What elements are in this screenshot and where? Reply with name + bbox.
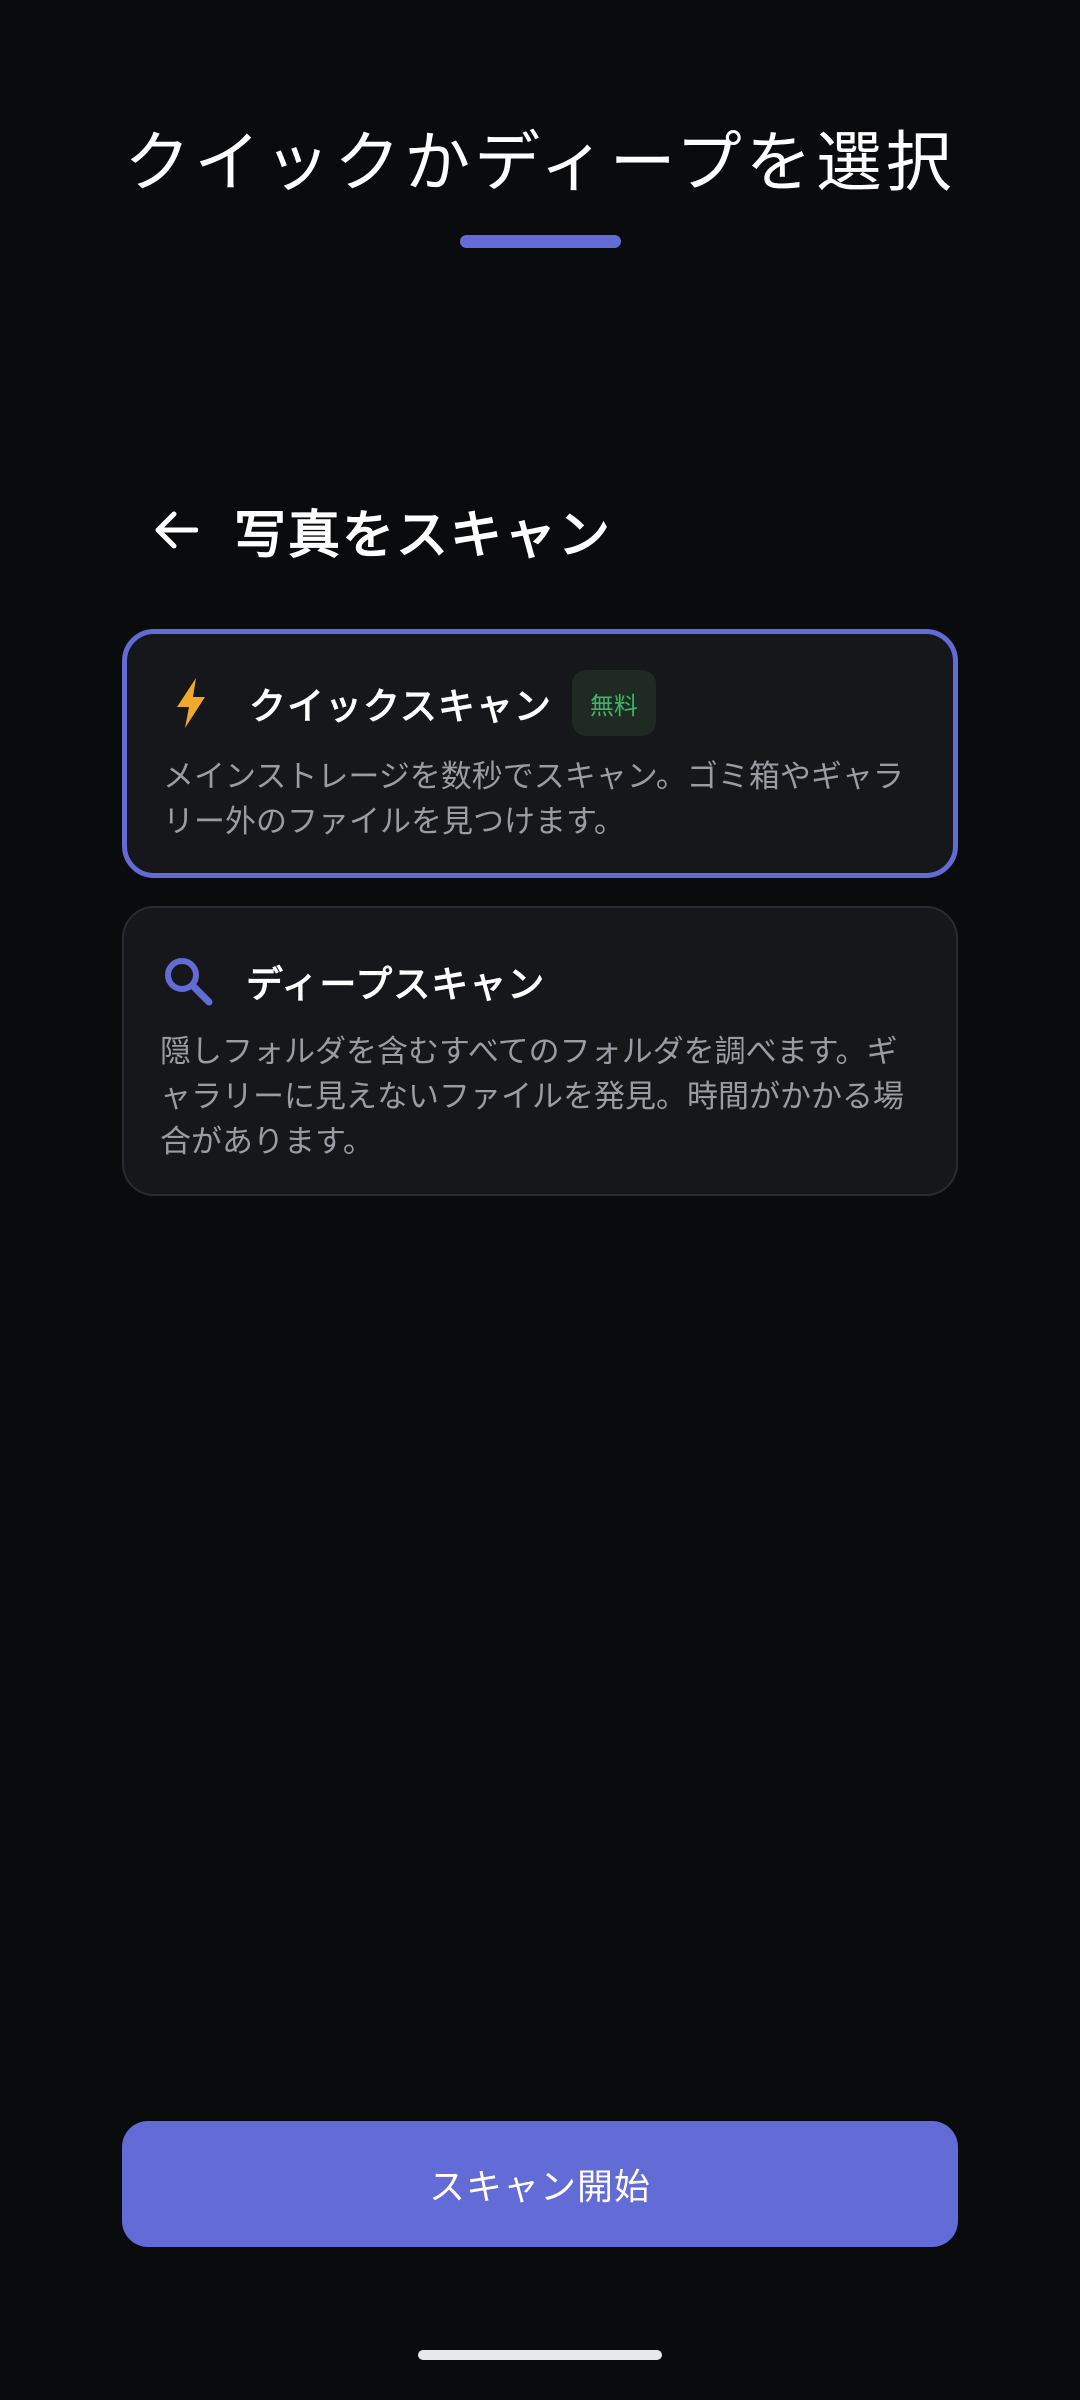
quick-scan-title: クイックスキャン — [249, 685, 552, 728]
home-indicator[interactable] — [418, 2350, 662, 2360]
quick-scan-description: メインストレージを数秒でスキャン。ゴミ箱やギャラリー外のファイルを見つけます。 — [163, 759, 904, 840]
start-scan-button[interactable]: スキャン開始 — [122, 2121, 958, 2247]
free-badge: 無料 — [571, 670, 656, 736]
deep-scan-option[interactable]: ディープスキャン 隠しフォルダを含むすべてのフォルダを調べます。ギャラリーに見え… — [122, 906, 958, 1196]
quick-scan-option[interactable]: クイックスキャン 無料 メインストレージを数秒でスキャン。ゴミ箱やギャラリー外の… — [122, 629, 958, 878]
deep-scan-header: ディープスキャン — [160, 948, 545, 1014]
search-icon — [160, 953, 216, 1009]
title-underline — [460, 235, 621, 248]
deep-scan-title: ディープスキャン — [246, 963, 546, 1006]
lightning-icon — [163, 675, 219, 731]
section-title: 写真をスキャン — [234, 505, 613, 566]
back-button[interactable] — [150, 504, 202, 556]
deep-scan-description: 隠しフォルダを含むすべてのフォルダを調べます。ギャラリーに見えないファイルを発見… — [160, 1034, 904, 1160]
quick-scan-header: クイックスキャン 無料 — [163, 670, 656, 736]
section-header: 写真をスキャン — [150, 490, 612, 570]
back-arrow-icon — [155, 511, 198, 549]
page-title: クイックかディープを選択 — [124, 124, 956, 201]
